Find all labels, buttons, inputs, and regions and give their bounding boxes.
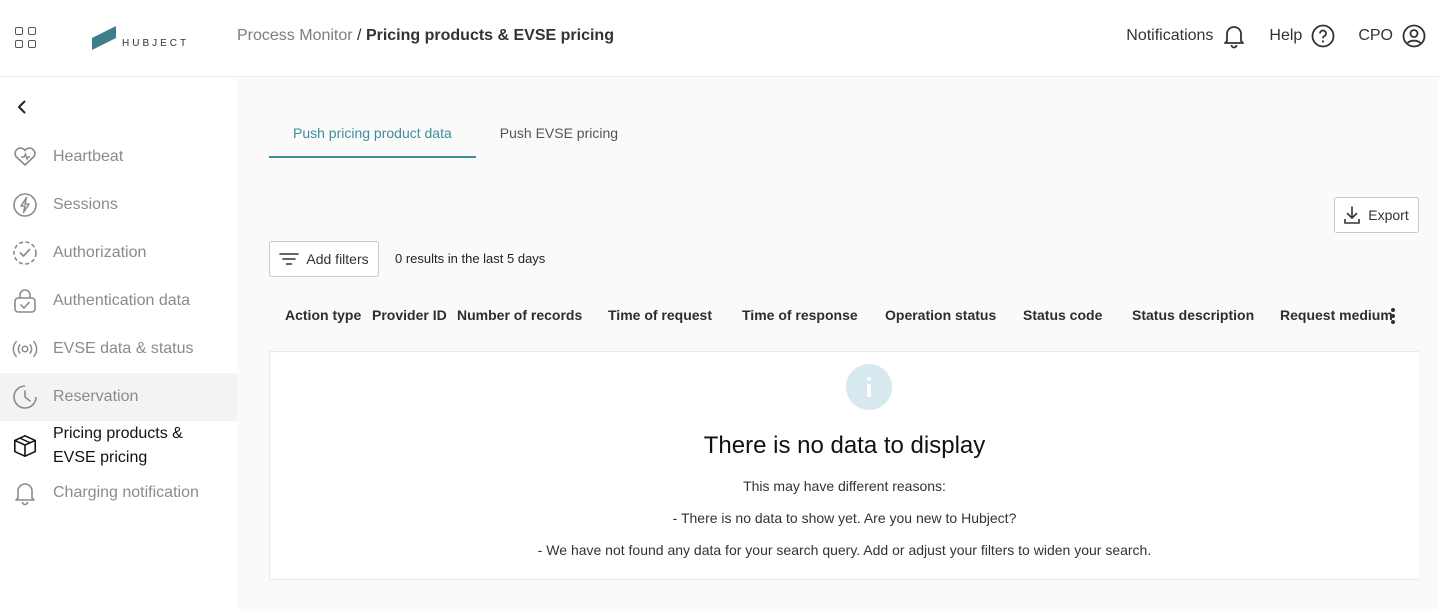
sidebar-item-label: EVSE data & status [53,340,194,357]
sidebar: Heartbeat Sessions Authorization Authent… [0,78,237,609]
sidebar-item-reservation[interactable]: Reservation [0,373,237,421]
column-header[interactable]: Action type [285,307,361,323]
column-header[interactable]: Operation status [885,307,996,323]
breadcrumb-parent[interactable]: Process Monitor [237,27,353,44]
sidebar-item-charging-notification[interactable]: Charging notification [0,469,237,517]
empty-state-text: - We have not found any data for your se… [537,542,1152,558]
notifications-label: Notifications [1126,27,1214,44]
app-grid-icon[interactable] [15,27,36,48]
export-button[interactable]: Export [1334,197,1419,233]
export-label: Export [1368,207,1409,223]
lightning-icon [12,192,38,218]
breadcrumb: Process Monitor / Pricing products & EVS… [237,27,614,45]
column-header[interactable]: Status code [1023,307,1102,323]
empty-state-title: There is no data to display [703,432,986,459]
column-header[interactable]: Request medium [1280,307,1393,323]
bell-icon [1224,26,1245,49]
add-filters-button[interactable]: Add filters [269,241,379,277]
help-button[interactable]: Help [1269,23,1336,49]
column-header[interactable]: Number of records [457,307,582,323]
column-header[interactable]: Status description [1132,307,1254,323]
sidebar-item-pricing-products[interactable]: Pricing products & EVSE pricing [0,421,237,471]
logo-mark-icon [92,26,116,50]
info-icon [846,364,892,410]
download-icon [1344,206,1361,224]
lock-check-icon [12,288,38,314]
help-icon [1311,24,1335,48]
empty-state-text: - There is no data to show yet. Are you … [672,510,1017,526]
header-actions: Notifications Help CPO [1104,22,1427,50]
filter-icon [279,253,300,265]
column-header[interactable]: Time of request [608,307,712,323]
column-header[interactable]: Time of response [742,307,858,323]
sidebar-item-label: Sessions [53,196,118,213]
sidebar-item-label: Authorization [53,244,147,261]
top-header: HUBJECT Process Monitor / Pricing produc… [0,0,1439,77]
sidebar-item-label: Heartbeat [53,148,124,165]
sidebar-item-evse-data-status[interactable]: EVSE data & status [0,325,237,373]
check-circle-icon [12,240,38,266]
sidebar-item-sessions[interactable]: Sessions [0,181,237,229]
column-options-icon[interactable] [1386,306,1400,326]
heart-icon [12,144,38,170]
empty-state: There is no data to display This may hav… [269,351,1419,580]
tab-push-evse-pricing[interactable]: Push EVSE pricing [476,116,642,158]
sidebar-item-heartbeat[interactable]: Heartbeat [0,133,237,181]
empty-state-text: This may have different reasons: [743,478,946,494]
add-filters-label: Add filters [306,251,369,267]
user-icon [1402,24,1426,48]
table-header: Action type Provider ID Number of record… [269,296,1419,334]
collapse-sidebar-icon[interactable] [14,99,30,115]
sidebar-item-authorization[interactable]: Authorization [0,229,237,277]
notifications-button[interactable]: Notifications [1126,22,1247,50]
results-count: 0 results in the last 5 days [395,251,546,266]
logo-text: HUBJECT [122,38,190,49]
hubject-logo[interactable]: HUBJECT [92,24,189,50]
breadcrumb-current: Pricing products & EVSE pricing [365,27,614,44]
signal-icon [12,336,38,362]
sidebar-item-label: Pricing products & EVSE pricing [53,425,183,466]
column-header[interactable]: Provider ID [372,307,447,323]
breadcrumb-separator: / [352,27,366,44]
tab-push-pricing-product-data[interactable]: Push pricing product data [269,116,476,158]
main-content: Push pricing product data Push EVSE pric… [237,78,1439,609]
tab-bar: Push pricing product data Push EVSE pric… [269,116,642,158]
clock-icon [12,384,38,410]
bell-icon [12,480,38,506]
box-icon [12,433,38,459]
sidebar-item-label: Reservation [53,388,139,405]
sidebar-item-label: Authentication data [53,292,190,309]
user-menu-button[interactable]: CPO [1358,23,1427,49]
help-label: Help [1269,27,1303,44]
user-label: CPO [1358,27,1393,44]
sidebar-item-label: Charging notification [53,484,199,501]
sidebar-item-authentication-data[interactable]: Authentication data [0,277,237,325]
